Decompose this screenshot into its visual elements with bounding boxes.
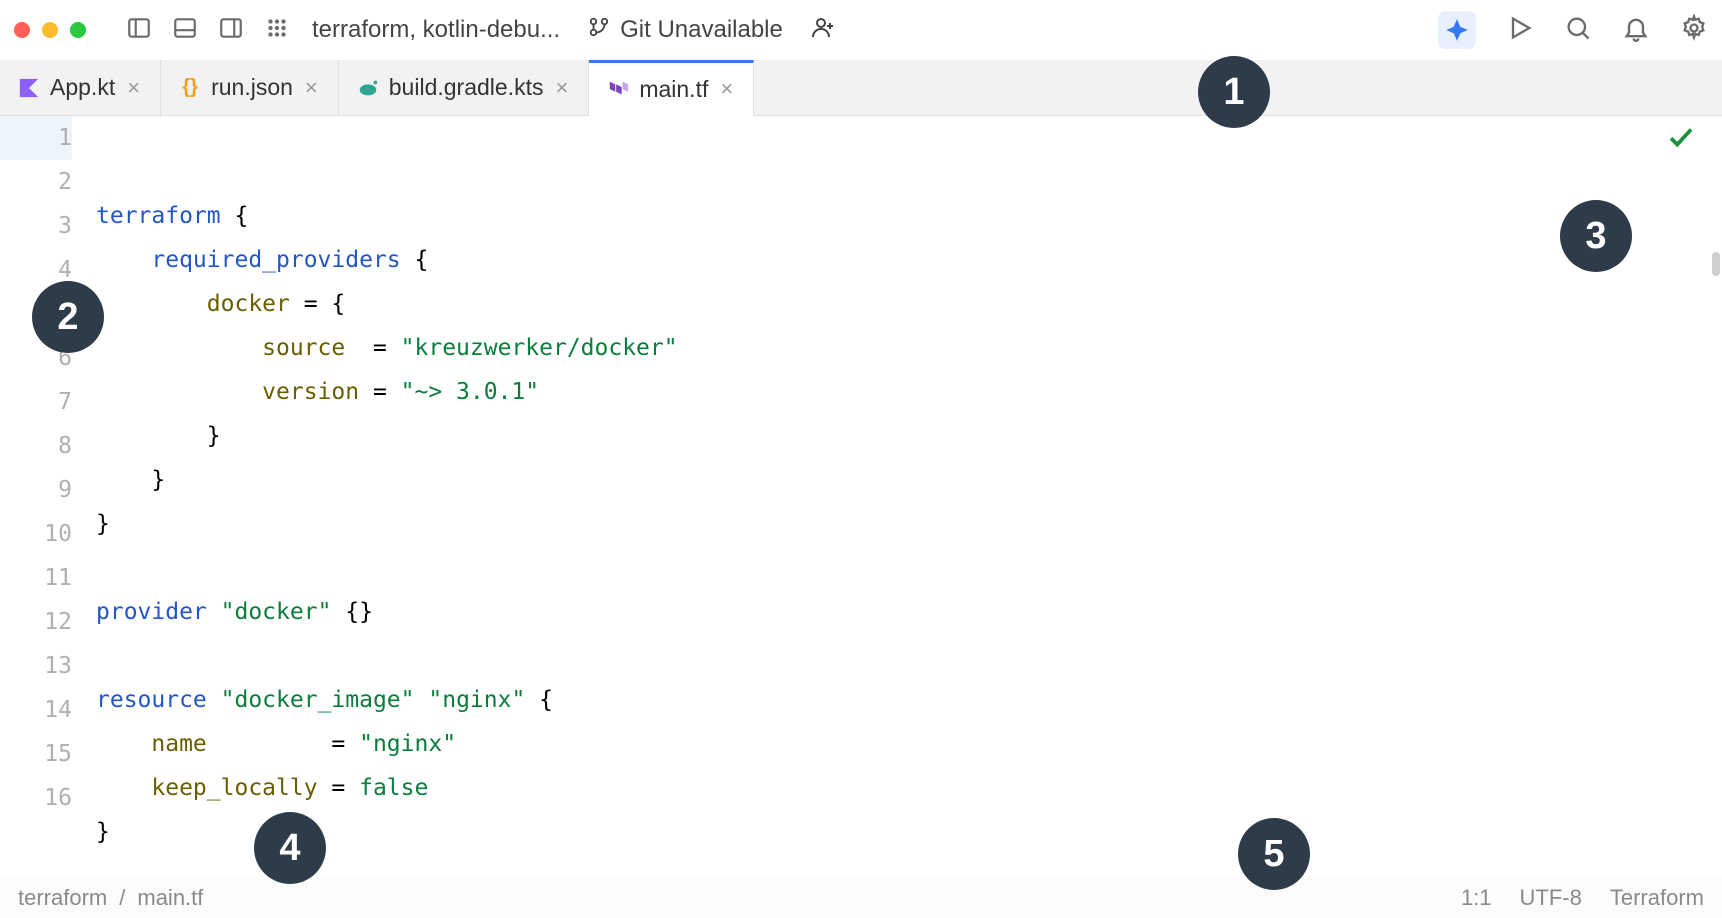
code-line[interactable]: keep_locally = false bbox=[96, 766, 1722, 810]
code-line[interactable] bbox=[96, 634, 1722, 678]
tab-bar: App.kt × {} run.json × build.gradle.kts … bbox=[0, 60, 1722, 116]
tab-label: run.json bbox=[211, 74, 293, 101]
code-line[interactable]: provider "docker" {} bbox=[96, 590, 1722, 634]
title-center: terraform, kotlin-debu... Git Unavailabl… bbox=[312, 15, 835, 46]
code-line[interactable] bbox=[96, 546, 1722, 590]
line-number: 9 bbox=[0, 468, 72, 512]
gutter: 12345678910111213141516 bbox=[0, 116, 96, 878]
annotation-1: 1 bbox=[1198, 56, 1270, 128]
breadcrumb-seg: terraform bbox=[18, 885, 107, 911]
line-number: 3 bbox=[0, 204, 72, 248]
left-panel-icon[interactable] bbox=[126, 15, 152, 46]
gradle-icon bbox=[357, 77, 379, 99]
code-line[interactable]: version = "~> 3.0.1" bbox=[96, 370, 1722, 414]
status-bar: terraform / main.tf 1:1 UTF-8 Terraform bbox=[0, 878, 1722, 918]
annotation-5: 5 bbox=[1238, 818, 1310, 890]
code-line[interactable]: resource "docker_image" "nginx" { bbox=[96, 678, 1722, 722]
search-icon[interactable] bbox=[1564, 14, 1592, 47]
title-right bbox=[1438, 11, 1708, 49]
line-number: 11 bbox=[0, 556, 72, 600]
code-line[interactable]: } bbox=[96, 458, 1722, 502]
line-number: 2 bbox=[0, 160, 72, 204]
annotation-3: 3 bbox=[1560, 200, 1632, 272]
kotlin-icon bbox=[18, 77, 40, 99]
line-number: 10 bbox=[0, 512, 72, 556]
ai-assistant-button[interactable] bbox=[1438, 11, 1476, 49]
line-number: 1 bbox=[0, 116, 72, 160]
language-label[interactable]: Terraform bbox=[1610, 885, 1704, 911]
line-number: 14 bbox=[0, 688, 72, 732]
minimize-window-button[interactable] bbox=[42, 22, 58, 38]
line-number: 15 bbox=[0, 732, 72, 776]
breadcrumb-seg: main.tf bbox=[137, 885, 203, 911]
git-status-label: Git Unavailable bbox=[620, 16, 783, 44]
notifications-icon[interactable] bbox=[1622, 14, 1650, 47]
git-status[interactable]: Git Unavailable bbox=[588, 16, 783, 45]
tab-label: App.kt bbox=[50, 74, 115, 101]
close-icon[interactable]: × bbox=[553, 75, 570, 101]
code-line[interactable]: docker = { bbox=[96, 282, 1722, 326]
line-number: 12 bbox=[0, 600, 72, 644]
branch-icon bbox=[588, 16, 610, 45]
bottom-panel-icon[interactable] bbox=[172, 15, 198, 46]
annotation-4: 4 bbox=[254, 812, 326, 884]
panel-toggle-group bbox=[126, 15, 290, 46]
code-line[interactable]: name = "nginx" bbox=[96, 722, 1722, 766]
line-number: 16 bbox=[0, 776, 72, 820]
close-icon[interactable]: × bbox=[718, 76, 735, 102]
run-icon[interactable] bbox=[1506, 14, 1534, 47]
line-number: 13 bbox=[0, 644, 72, 688]
tab-build-gradle[interactable]: build.gradle.kts × bbox=[339, 60, 590, 115]
tab-label: build.gradle.kts bbox=[389, 74, 544, 101]
breadcrumb[interactable]: terraform / main.tf bbox=[18, 885, 203, 911]
scrollbar-marker[interactable] bbox=[1712, 252, 1720, 276]
tab-label: main.tf bbox=[639, 76, 708, 103]
caret-position[interactable]: 1:1 bbox=[1461, 885, 1492, 911]
add-user-icon[interactable] bbox=[811, 15, 835, 46]
close-window-button[interactable] bbox=[14, 22, 30, 38]
json-icon: {} bbox=[179, 77, 201, 99]
settings-icon[interactable] bbox=[1680, 14, 1708, 47]
project-name[interactable]: terraform, kotlin-debu... bbox=[312, 16, 560, 44]
close-icon[interactable]: × bbox=[125, 75, 142, 101]
code-line[interactable]: required_providers { bbox=[96, 238, 1722, 282]
code-line[interactable]: } bbox=[96, 414, 1722, 458]
encoding-label[interactable]: UTF-8 bbox=[1520, 885, 1582, 911]
title-bar: terraform, kotlin-debu... Git Unavailabl… bbox=[0, 0, 1722, 60]
apps-grid-icon[interactable] bbox=[264, 15, 290, 46]
code-line[interactable]: } bbox=[96, 810, 1722, 854]
code-line[interactable]: terraform { bbox=[96, 194, 1722, 238]
close-icon[interactable]: × bbox=[303, 75, 320, 101]
line-number: 8 bbox=[0, 424, 72, 468]
tab-run-json[interactable]: {} run.json × bbox=[161, 60, 339, 115]
code-line[interactable]: } bbox=[96, 502, 1722, 546]
right-panel-icon[interactable] bbox=[218, 15, 244, 46]
code-area[interactable]: terraform { required_providers { docker … bbox=[96, 116, 1722, 878]
tab-main-tf[interactable]: main.tf × bbox=[589, 60, 754, 116]
tab-app-kt[interactable]: App.kt × bbox=[0, 60, 161, 115]
annotation-2: 2 bbox=[32, 281, 104, 353]
maximize-window-button[interactable] bbox=[70, 22, 86, 38]
terraform-icon bbox=[607, 78, 629, 100]
editor[interactable]: 12345678910111213141516 terraform { requ… bbox=[0, 116, 1722, 878]
window-controls bbox=[14, 22, 86, 38]
inspection-ok-icon[interactable] bbox=[1666, 122, 1696, 158]
line-number: 7 bbox=[0, 380, 72, 424]
code-line[interactable]: source = "kreuzwerker/docker" bbox=[96, 326, 1722, 370]
